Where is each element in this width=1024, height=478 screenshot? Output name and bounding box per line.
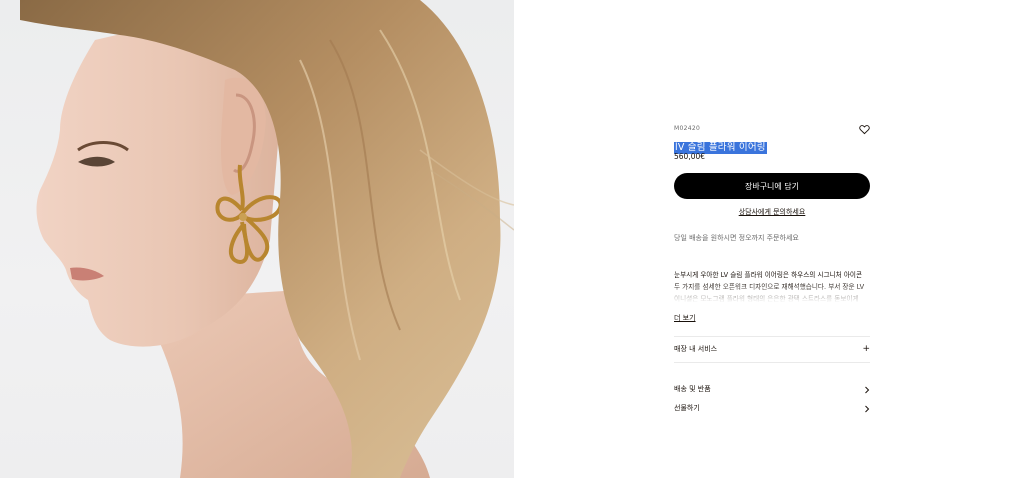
section-gift[interactable]: 선물하기 <box>674 404 870 413</box>
chevron-right-icon <box>865 386 870 393</box>
product-page: M02420 lV 슬림 플라워 이어링 560,00€ 장바구니에 담기 상담… <box>0 0 1024 478</box>
section-label: 배송 및 반품 <box>674 385 711 393</box>
product-price: 560,00€ <box>674 152 706 161</box>
section-label: 선물하기 <box>674 404 700 412</box>
same-day-delivery-note: 당일 배송을 원하시면 정오까지 주문하세요 <box>674 234 799 242</box>
section-delivery-returns[interactable]: 배송 및 반품 <box>674 385 870 394</box>
product-description: 눈부시게 우아한 LV 슬림 플라워 이어링은 하우스의 시그니처 아이콘 두 … <box>674 269 870 305</box>
wishlist-heart-icon[interactable] <box>859 124 870 135</box>
product-details-panel: M02420 lV 슬림 플라워 이어링 560,00€ 장바구니에 담기 상담… <box>674 118 870 413</box>
divider <box>674 336 870 337</box>
section-in-store-services[interactable]: 매장 내 서비스 + <box>674 345 870 354</box>
description-fade <box>674 283 870 305</box>
chevron-right-icon <box>865 405 870 412</box>
product-image <box>0 0 514 478</box>
contact-advisor-link[interactable]: 상담사에게 문의하세요 <box>674 208 870 217</box>
divider <box>674 362 870 363</box>
section-label: 매장 내 서비스 <box>674 345 718 353</box>
read-more-link[interactable]: 더 보기 <box>674 314 696 323</box>
plus-icon: + <box>862 344 870 354</box>
product-sku: M02420 <box>674 125 701 132</box>
add-to-cart-button[interactable]: 장바구니에 담기 <box>674 173 870 199</box>
